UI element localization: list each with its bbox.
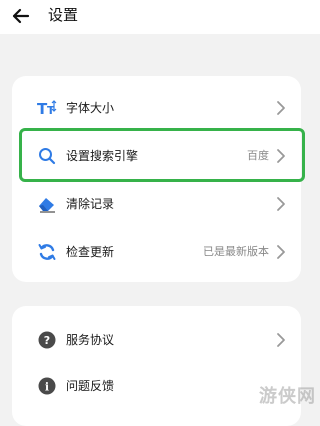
back-arrow-icon[interactable] [10,5,32,27]
clear-history-label: 清除记录 [66,194,114,214]
top-bar: 设置 [0,0,320,34]
font-size-row[interactable]: T T 字体大小 [12,84,301,132]
chevron-right-icon [275,244,287,260]
watermark-logo: 游侠网 [259,382,316,408]
update-status-value: 已是最新版本 [203,242,269,262]
feedback-label: 问题反馈 [66,376,114,396]
refresh-icon [37,242,57,262]
feedback-row[interactable]: i 问题反馈 [12,362,301,410]
check-update-row[interactable]: 检查更新 已是最新版本 [12,228,301,276]
question-icon: ? [37,330,57,350]
text-size-icon: T T [37,98,57,118]
service-agreement-row[interactable]: ? 服务协议 [12,316,301,364]
highlight-frame [19,128,305,182]
info-icon: i [37,376,57,396]
eraser-icon [37,194,57,214]
svg-text:?: ? [44,334,50,347]
check-update-label: 检查更新 [66,242,114,262]
service-agreement-label: 服务协议 [66,330,114,350]
chevron-right-icon [275,100,287,116]
page-title: 设置 [48,4,78,26]
settings-group-about: ? 服务协议 i 问题反馈 [12,306,301,426]
font-size-label: 字体大小 [66,98,114,118]
chevron-right-icon [275,332,287,348]
svg-text:i: i [45,381,49,394]
chevron-right-icon [275,196,287,212]
clear-history-row[interactable]: 清除记录 [12,180,301,228]
